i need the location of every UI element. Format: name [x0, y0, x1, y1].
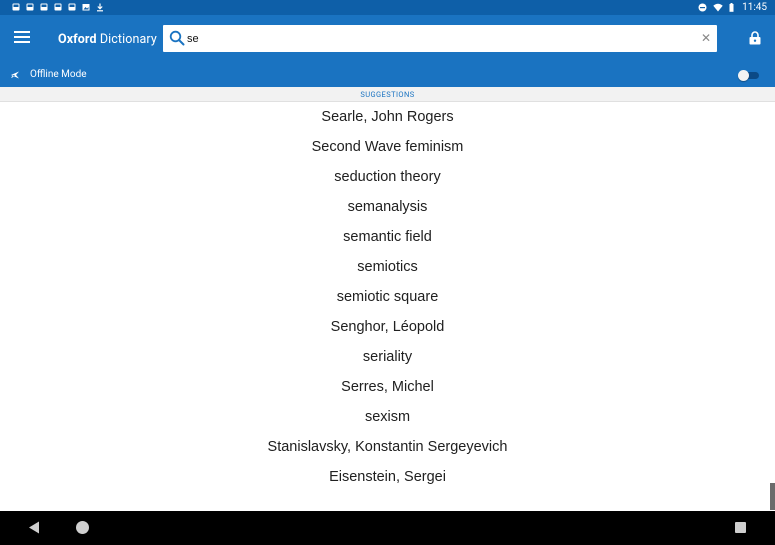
list-item[interactable]: Second Wave feminism — [0, 132, 775, 162]
list-item[interactable]: Serres, Michel — [0, 372, 775, 402]
menu-icon-line — [14, 41, 30, 43]
menu-icon-line — [14, 36, 30, 38]
status-system: 11:45 — [698, 2, 767, 13]
list-item[interactable]: Eisenstein, Sergei — [0, 462, 775, 492]
system-nav-bar — [0, 511, 775, 545]
suggestions-header: SUGGESTIONS — [0, 87, 775, 102]
clock: 11:45 — [742, 2, 767, 13]
suggestions-list: Searle, John Rogers Second Wave feminism… — [0, 102, 775, 492]
wifi-icon — [713, 3, 723, 12]
app-title-bold: Oxford — [58, 32, 97, 47]
battery-icon — [729, 3, 734, 12]
status-bar: 11:45 — [0, 0, 775, 15]
list-item[interactable]: semiotic square — [0, 282, 775, 312]
list-item[interactable]: semiotics — [0, 252, 775, 282]
list-item[interactable]: seriality — [0, 342, 775, 372]
status-notifications — [12, 3, 104, 12]
offline-mode-label: Offline Mode — [30, 69, 87, 80]
search-box[interactable]: ✕ — [163, 25, 717, 52]
bus-notification-icon — [26, 3, 34, 11]
list-item[interactable]: semanalysis — [0, 192, 775, 222]
list-item[interactable]: Stanislavsky, Konstantin Sergeyevich — [0, 432, 775, 462]
offline-mode-toggle[interactable] — [738, 70, 759, 81]
download-notification-icon — [97, 3, 103, 12]
bus-notification-icon — [54, 3, 62, 11]
bus-notification-icon — [68, 3, 76, 11]
airplane-icon — [11, 71, 19, 79]
close-icon[interactable]: ✕ — [701, 30, 711, 46]
app-title-light: Dictionary — [99, 32, 157, 47]
back-icon[interactable] — [28, 521, 40, 534]
home-icon[interactable] — [76, 521, 89, 534]
list-item[interactable]: seduction theory — [0, 162, 775, 192]
menu-button[interactable] — [14, 31, 30, 45]
search-icon — [169, 30, 185, 46]
app-bar: Oxford Dictionary ✕ Offline Mode — [0, 15, 775, 87]
bus-notification-icon — [12, 3, 20, 11]
bus-notification-icon — [40, 3, 48, 11]
app-title: Oxford Dictionary — [58, 32, 157, 47]
offline-mode-row: Offline Mode — [0, 66, 775, 86]
menu-icon — [14, 31, 30, 33]
recents-icon[interactable] — [735, 522, 746, 533]
scrollbar-thumb[interactable] — [770, 483, 775, 510]
list-item[interactable]: sexism — [0, 402, 775, 432]
do-not-disturb-icon — [698, 3, 707, 12]
image-notification-icon — [82, 4, 90, 11]
search-input[interactable] — [187, 29, 687, 48]
lock-icon[interactable] — [749, 31, 761, 45]
list-item[interactable]: Searle, John Rogers — [0, 102, 775, 132]
toggle-thumb — [738, 70, 749, 81]
list-item[interactable]: Senghor, Léopold — [0, 312, 775, 342]
list-item[interactable]: semantic field — [0, 222, 775, 252]
